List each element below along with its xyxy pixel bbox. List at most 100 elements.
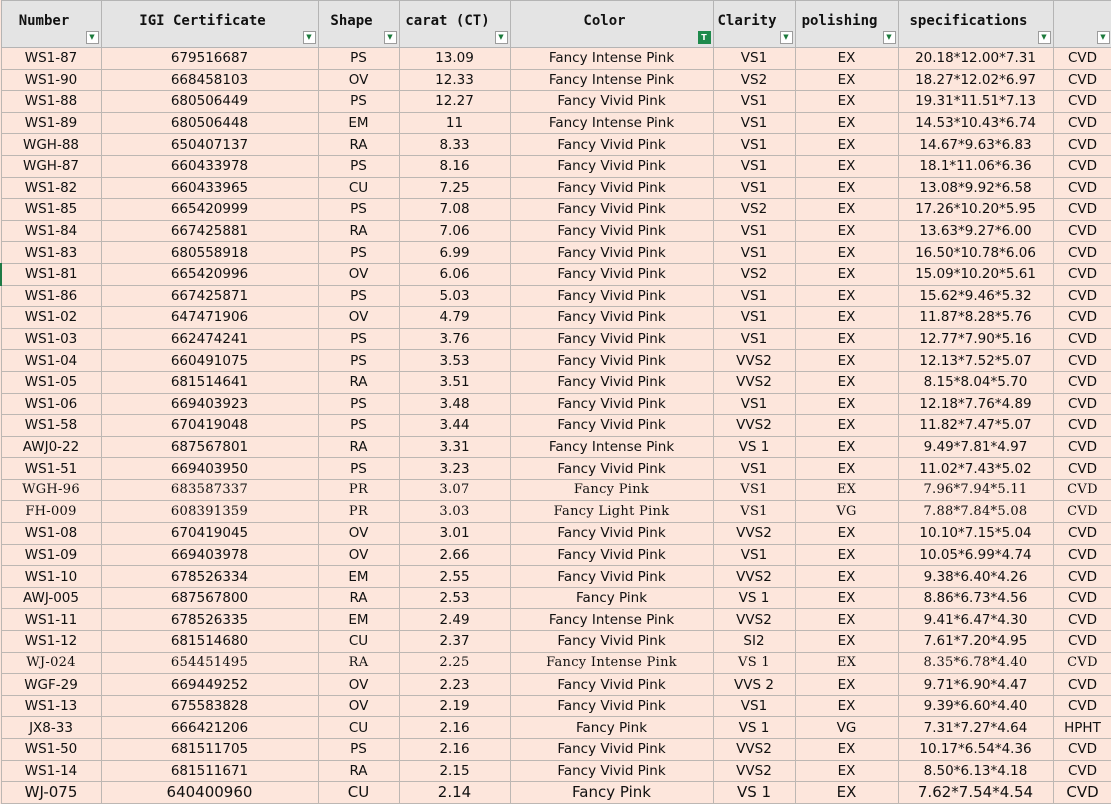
cell-polishing[interactable]: EX xyxy=(794,349,899,372)
column-header-shape[interactable]: Shape ▼ xyxy=(317,0,400,48)
cell-specifications[interactable]: 8.15*8.04*5.70 xyxy=(897,370,1054,394)
cell-number[interactable]: AWJ-005 xyxy=(0,586,102,610)
cell-igi-certificate[interactable]: 670419048 xyxy=(100,414,319,437)
cell-shape[interactable]: OV xyxy=(317,68,400,92)
cell-polishing[interactable]: EX xyxy=(794,673,899,696)
cell-carat[interactable]: 3.07 xyxy=(398,478,511,502)
cell-shape[interactable]: EM xyxy=(317,565,400,588)
cell-type[interactable]: CVD xyxy=(1052,630,1111,653)
cell-type[interactable]: CVD xyxy=(1052,608,1111,632)
cell-number[interactable]: WGH-88 xyxy=(0,133,102,156)
cell-color[interactable]: Fancy Vivid Pink xyxy=(509,738,714,761)
cell-color[interactable]: Fancy Intense Pink xyxy=(509,651,714,675)
cell-type[interactable]: CVD xyxy=(1052,500,1111,524)
cell-carat[interactable]: 3.44 xyxy=(398,414,511,437)
cell-type[interactable]: CVD xyxy=(1052,219,1111,243)
cell-color[interactable]: Fancy Vivid Pink xyxy=(509,673,714,696)
cell-clarity[interactable]: VS 1 xyxy=(712,651,796,675)
cell-igi-certificate[interactable]: 679516687 xyxy=(100,47,319,70)
cell-polishing[interactable]: EX xyxy=(794,133,899,156)
cell-clarity[interactable]: VS1 xyxy=(712,90,796,113)
cell-shape[interactable]: CU xyxy=(317,781,400,804)
cell-clarity[interactable]: VS1 xyxy=(712,284,796,308)
cell-specifications[interactable]: 9.71*6.90*4.47 xyxy=(897,673,1054,696)
cell-type[interactable]: CVD xyxy=(1052,68,1111,92)
cell-polishing[interactable]: VG xyxy=(794,716,899,739)
cell-specifications[interactable]: 18.27*12.02*6.97 xyxy=(897,68,1054,92)
cell-number[interactable]: WS1-06 xyxy=(0,392,102,416)
cell-igi-certificate[interactable]: 660491075 xyxy=(100,349,319,372)
cell-shape[interactable]: RA xyxy=(317,219,400,243)
cell-number[interactable]: WJ-024 xyxy=(0,651,102,675)
cell-clarity[interactable]: VS1 xyxy=(712,500,796,524)
cell-number[interactable]: WS1-05 xyxy=(0,370,102,394)
cell-igi-certificate[interactable]: 668458103 xyxy=(100,68,319,92)
cell-shape[interactable]: RA xyxy=(317,133,400,156)
cell-igi-certificate[interactable]: 667425871 xyxy=(100,284,319,308)
cell-number[interactable]: WS1-09 xyxy=(0,543,102,567)
cell-igi-certificate[interactable]: 678526334 xyxy=(100,565,319,588)
cell-polishing[interactable]: EX xyxy=(794,111,899,135)
cell-type[interactable]: CVD xyxy=(1052,414,1111,437)
cell-number[interactable]: WS1-02 xyxy=(0,306,102,329)
cell-polishing[interactable]: EX xyxy=(794,694,899,718)
cell-specifications[interactable]: 10.17*6.54*4.36 xyxy=(897,738,1054,761)
cell-clarity[interactable]: VS2 xyxy=(712,198,796,221)
cell-color[interactable]: Fancy Vivid Pink xyxy=(509,306,714,329)
cell-carat[interactable]: 6.06 xyxy=(398,262,511,286)
cell-color[interactable]: Fancy Pink xyxy=(509,478,714,502)
cell-igi-certificate[interactable]: 683587337 xyxy=(100,478,319,502)
cell-specifications[interactable]: 9.38*6.40*4.26 xyxy=(897,565,1054,588)
cell-color[interactable]: Fancy Intense Pink xyxy=(509,47,714,70)
cell-specifications[interactable]: 17.26*10.20*5.95 xyxy=(897,198,1054,221)
cell-color[interactable]: Fancy Vivid Pink xyxy=(509,349,714,372)
cell-clarity[interactable]: VS1 xyxy=(712,327,796,351)
cell-igi-certificate[interactable]: 680506448 xyxy=(100,111,319,135)
cell-color[interactable]: Fancy Vivid Pink xyxy=(509,284,714,308)
column-header-specifications[interactable]: specifications ▼ xyxy=(897,0,1054,48)
cell-igi-certificate[interactable]: 608391359 xyxy=(100,500,319,524)
cell-shape[interactable]: PR xyxy=(317,500,400,524)
cell-clarity[interactable]: VS 1 xyxy=(712,586,796,610)
cell-specifications[interactable]: 7.62*7.54*4.54 xyxy=(897,781,1054,804)
cell-number[interactable]: WS1-85 xyxy=(0,198,102,221)
cell-color[interactable]: Fancy Vivid Pink xyxy=(509,241,714,264)
cell-color[interactable]: Fancy Vivid Pink xyxy=(509,565,714,588)
cell-color[interactable]: Fancy Vivid Pink xyxy=(509,392,714,416)
cell-clarity[interactable]: VS1 xyxy=(712,133,796,156)
cell-type[interactable]: CVD xyxy=(1052,349,1111,372)
cell-carat[interactable]: 2.25 xyxy=(398,651,511,675)
cell-carat[interactable]: 3.76 xyxy=(398,327,511,351)
cell-color[interactable]: Fancy Vivid Pink xyxy=(509,522,714,545)
cell-igi-certificate[interactable]: 681511705 xyxy=(100,738,319,761)
cell-shape[interactable]: PR xyxy=(317,478,400,502)
cell-specifications[interactable]: 9.49*7.81*4.97 xyxy=(897,435,1054,459)
cell-type[interactable]: CVD xyxy=(1052,198,1111,221)
cell-clarity[interactable]: VS 1 xyxy=(712,435,796,459)
cell-clarity[interactable]: VS1 xyxy=(712,306,796,329)
cell-igi-certificate[interactable]: 669403950 xyxy=(100,457,319,480)
filter-dropdown-icon[interactable]: ▼ xyxy=(779,31,793,44)
cell-specifications[interactable]: 11.82*7.47*5.07 xyxy=(897,414,1054,437)
cell-number[interactable]: WS1-84 xyxy=(0,219,102,243)
cell-shape[interactable]: EM xyxy=(317,608,400,632)
cell-number[interactable]: WS1-50 xyxy=(0,738,102,761)
cell-type[interactable]: CVD xyxy=(1052,457,1111,480)
cell-polishing[interactable]: EX xyxy=(794,241,899,264)
cell-polishing[interactable]: EX xyxy=(794,759,899,783)
cell-carat[interactable]: 4.79 xyxy=(398,306,511,329)
cell-shape[interactable]: RA xyxy=(317,586,400,610)
filter-dropdown-icon[interactable]: ▼ xyxy=(882,31,896,44)
cell-number[interactable]: WS1-13 xyxy=(0,694,102,718)
cell-color[interactable]: Fancy Vivid Pink xyxy=(509,262,714,286)
cell-specifications[interactable]: 7.31*7.27*4.64 xyxy=(897,716,1054,739)
cell-type[interactable]: CVD xyxy=(1052,543,1111,567)
cell-number[interactable]: WGH-96 xyxy=(0,478,102,502)
cell-clarity[interactable]: VS1 xyxy=(712,219,796,243)
cell-polishing[interactable]: EX xyxy=(794,176,899,200)
cell-igi-certificate[interactable]: 665420996 xyxy=(100,262,319,286)
cell-igi-certificate[interactable]: 654451495 xyxy=(100,651,319,675)
cell-type[interactable]: CVD xyxy=(1052,586,1111,610)
cell-polishing[interactable]: VG xyxy=(794,500,899,524)
cell-clarity[interactable]: VS1 xyxy=(712,176,796,200)
